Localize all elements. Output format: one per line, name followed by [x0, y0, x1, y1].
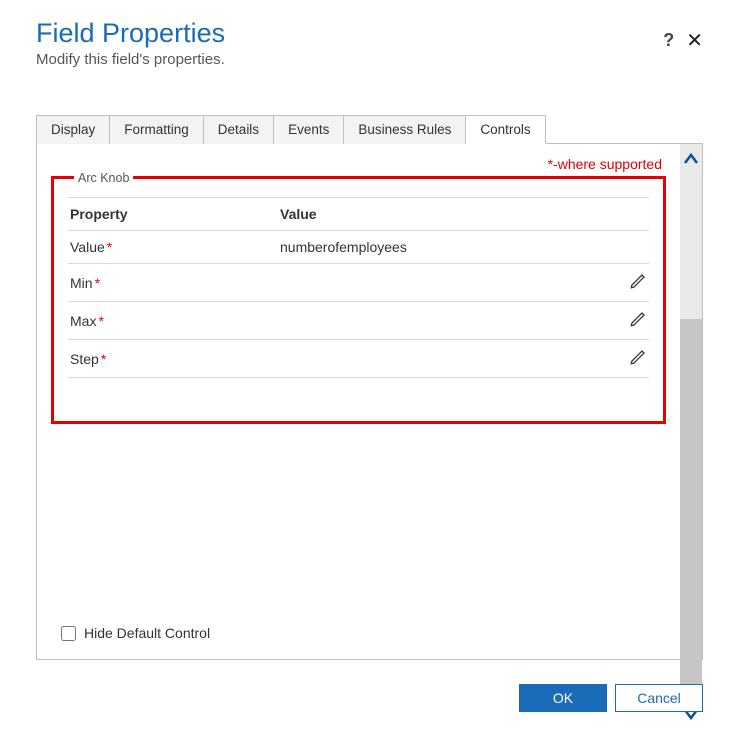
required-asterisk: * [107, 239, 112, 255]
field-properties-dialog: Field Properties Modify this field's pro… [0, 0, 731, 722]
hide-default-control-label: Hide Default Control [84, 625, 210, 641]
properties-grid: Property Value Value* numberofemployees … [68, 197, 649, 378]
scroll-thumb[interactable] [680, 319, 702, 699]
tab-display[interactable]: Display [36, 115, 110, 144]
row-value: Value* numberofemployees [68, 231, 649, 264]
tab-business-rules[interactable]: Business Rules [343, 115, 466, 144]
help-icon[interactable]: ? [663, 30, 674, 51]
scroll-up-icon[interactable] [683, 144, 699, 179]
row-max: Max* [68, 302, 649, 340]
dialog-title: Field Properties [36, 18, 225, 49]
pencil-icon[interactable] [629, 272, 647, 290]
pencil-icon[interactable] [629, 348, 647, 366]
tab-content-controls: *-where supported Arc Knob Property Valu… [37, 144, 680, 659]
col-header-value: Value [280, 206, 607, 222]
grid-header: Property Value [68, 197, 649, 231]
dialog-footer: OK Cancel [519, 684, 703, 712]
tab-events[interactable]: Events [273, 115, 344, 144]
hide-default-control[interactable]: Hide Default Control [61, 625, 210, 641]
arc-knob-panel: Arc Knob Property Value Value* numberofe… [51, 176, 666, 424]
required-asterisk: * [101, 351, 106, 367]
col-header-property: Property [70, 206, 280, 222]
scroll-track[interactable] [680, 179, 702, 699]
required-asterisk: * [98, 313, 103, 329]
where-supported-note: *-where supported [51, 156, 662, 172]
ok-button[interactable]: OK [519, 684, 607, 712]
row-min: Min* [68, 264, 649, 302]
hide-default-control-checkbox[interactable] [61, 626, 76, 641]
required-asterisk: * [95, 275, 100, 291]
tab-formatting[interactable]: Formatting [109, 115, 204, 144]
close-icon[interactable]: ✕ [686, 28, 703, 53]
tabstrip: Display Formatting Details Events Busine… [36, 114, 703, 660]
tab-controls[interactable]: Controls [465, 115, 545, 144]
row-max-label: Max* [70, 313, 280, 329]
pencil-icon[interactable] [629, 310, 647, 328]
row-value-label: Value* [70, 239, 280, 255]
row-min-label: Min* [70, 275, 280, 291]
panel-legend: Arc Knob [74, 171, 133, 185]
row-step: Step* [68, 340, 649, 378]
row-step-label: Step* [70, 351, 280, 367]
tab-content-wrap: *-where supported Arc Knob Property Valu… [36, 144, 703, 660]
dialog-subtitle: Modify this field's properties. [36, 51, 225, 68]
header-controls: ? ✕ [663, 28, 703, 53]
row-value-value: numberofemployees [280, 239, 607, 255]
scrollbar[interactable] [680, 144, 702, 659]
dialog-header: Field Properties Modify this field's pro… [36, 18, 703, 68]
cancel-button[interactable]: Cancel [615, 684, 703, 712]
tabs: Display Formatting Details Events Busine… [36, 114, 703, 144]
tab-details[interactable]: Details [203, 115, 274, 144]
header-text: Field Properties Modify this field's pro… [36, 18, 225, 68]
